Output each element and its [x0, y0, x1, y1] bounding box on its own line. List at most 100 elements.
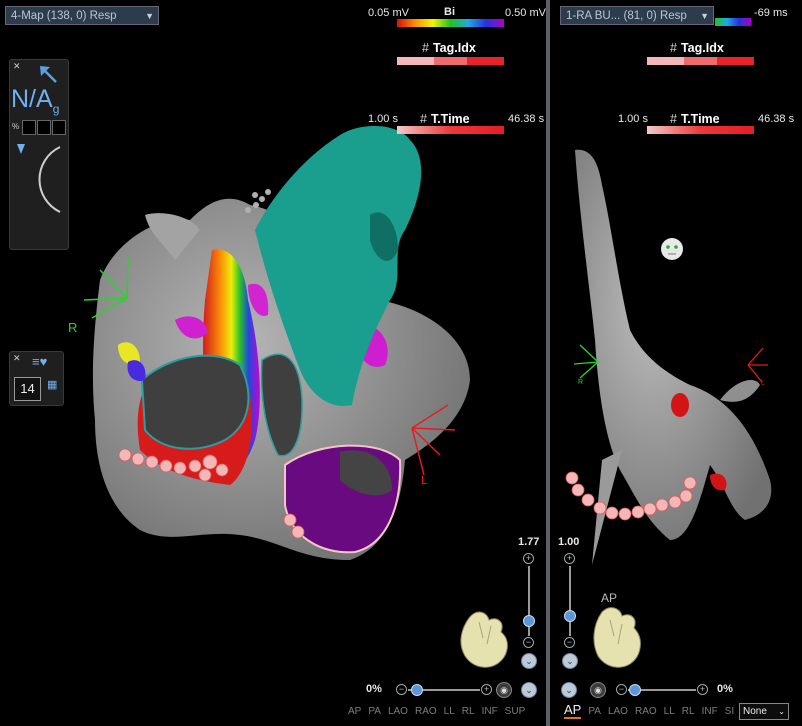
view-inf[interactable]: INF: [702, 706, 718, 717]
right-time-title: # T.Time: [670, 112, 720, 126]
right-transparency-handle[interactable]: [629, 684, 641, 696]
view-ll[interactable]: LL: [444, 706, 455, 717]
left-collapse-button[interactable]: ⌄: [521, 653, 537, 669]
left-view-labels: AP PA LAO RAO LL RL INF SUP: [348, 706, 532, 717]
view-lao[interactable]: LAO: [608, 706, 628, 717]
view-lao[interactable]: LAO: [388, 706, 408, 717]
tag-count: 14: [20, 381, 35, 396]
view-sup[interactable]: SUP: [505, 706, 526, 717]
close-icon[interactable]: ✕: [13, 61, 21, 72]
chevron-down-icon: ▼: [700, 11, 709, 21]
voltage-scale-title: Bi: [444, 6, 455, 18]
view-inf[interactable]: INF: [482, 706, 498, 717]
left-time-bar[interactable]: [397, 126, 504, 134]
left-orientation-label: L: [421, 473, 428, 487]
left-time-title-label: T.Time: [430, 112, 470, 126]
heart-model-icon[interactable]: [588, 604, 646, 674]
right-tag-index-title: # Tag.Idx: [670, 41, 724, 55]
minus-icon[interactable]: −: [396, 684, 407, 695]
plus-icon[interactable]: +: [523, 553, 534, 564]
percent-label: %: [12, 122, 20, 131]
left-map-selector[interactable]: 4-Map (138, 0) Resp ▼: [5, 6, 159, 25]
view-ll[interactable]: LL: [664, 706, 675, 717]
eye-icon[interactable]: ◉: [590, 682, 606, 698]
voltage-max-label: 0.50 mV: [505, 7, 546, 19]
plus-icon[interactable]: +: [564, 553, 575, 564]
view-rl[interactable]: RL: [462, 706, 475, 717]
rotation-dial[interactable]: [12, 142, 62, 222]
right-zoom-value: 1.00: [558, 536, 580, 548]
right-left-orientation-label: L: [761, 380, 765, 387]
right-zoom-slider[interactable]: [569, 566, 571, 636]
left-tag-index-bar[interactable]: [397, 57, 504, 65]
right-transparency-value: 0%: [717, 683, 733, 695]
left-transparency-handle[interactable]: [411, 684, 423, 696]
right-time-title-label: T.Time: [680, 112, 720, 126]
grid-icon: #: [422, 41, 429, 55]
na-subscript: g: [52, 102, 60, 116]
plus-icon[interactable]: +: [481, 684, 492, 695]
grid-icon: #: [670, 41, 677, 55]
right-view-labels: AP PA LAO RAO LL RL INF SI: [564, 702, 741, 719]
right-collapse-button[interactable]: ⌄: [562, 653, 578, 669]
right-time-bar[interactable]: [647, 126, 754, 134]
view-rl[interactable]: RL: [682, 706, 695, 717]
right-zoom-handle[interactable]: [564, 610, 576, 622]
display-select[interactable]: None ⌄: [739, 703, 789, 720]
left-expand-button[interactable]: ⌄: [521, 682, 537, 698]
right-map-selector[interactable]: 1-RA BU... (81, 0) Resp ▼: [560, 6, 714, 25]
left-3d-view[interactable]: 4-Map (138, 0) Resp ▼ 0.05 mV Bi 0.50 mV…: [0, 0, 546, 726]
view-pa[interactable]: PA: [368, 706, 381, 717]
right-right-orientation-label: R: [578, 379, 584, 386]
right-tag-index-label: Tag.Idx: [680, 41, 724, 55]
display-select-value: None: [743, 706, 767, 717]
left-time-min-label: 1.00 s: [368, 113, 398, 125]
lat-color-bar[interactable]: [715, 18, 751, 26]
voltage-min-label: 0.05 mV: [368, 7, 409, 19]
view-si[interactable]: SI: [725, 706, 734, 717]
percent-boxes: [22, 120, 66, 135]
plus-icon[interactable]: +: [697, 684, 708, 695]
tag-count-box[interactable]: 14: [14, 377, 41, 401]
view-ap[interactable]: AP: [348, 706, 361, 717]
grid-icon[interactable]: ▦: [47, 378, 57, 391]
chevron-down-icon: ⌄: [778, 707, 785, 716]
left-transparency-value: 0%: [366, 683, 382, 695]
eye-icon[interactable]: ◉: [496, 682, 512, 698]
tag-panel: ✕ ≡♥ 14 ▦: [9, 351, 64, 406]
minus-icon[interactable]: −: [564, 637, 575, 648]
right-time-max-label: 46.38 s: [758, 113, 795, 125]
view-rao[interactable]: RAO: [635, 706, 657, 717]
na-label: N/A: [11, 85, 53, 113]
na-indicator: N/Ag: [11, 85, 59, 116]
right-orientation-label: R: [68, 320, 78, 335]
view-rao[interactable]: RAO: [415, 706, 437, 717]
right-time-min-label: 1.00 s: [618, 113, 648, 125]
heart-model-icon[interactable]: [455, 608, 515, 673]
grid-icon: #: [670, 112, 677, 126]
view-ap-active[interactable]: AP: [564, 702, 582, 719]
lat-label: -69 ms: [754, 7, 788, 19]
left-time-title: # T.Time: [420, 112, 470, 126]
right-3d-view[interactable]: 1-RA BU... (81, 0) Resp ▼ -69 ms # Tag.Id…: [550, 0, 802, 726]
grid-icon: #: [420, 112, 427, 126]
view-pa[interactable]: PA: [588, 706, 601, 717]
right-map-selector-label: 1-RA BU... (81, 0) Resp: [566, 10, 687, 22]
right-view-name: AP: [601, 591, 618, 605]
close-icon[interactable]: ✕: [13, 353, 21, 364]
heart-model-icon[interactable]: ≡♥: [32, 354, 47, 369]
left-map-selector-label: 4-Map (138, 0) Resp: [11, 10, 117, 22]
left-tag-index-label: Tag.Idx: [432, 41, 476, 55]
left-zoom-value: 1.77: [518, 536, 540, 548]
voltage-color-bar[interactable]: [397, 19, 504, 27]
left-tag-index-title: # Tag.Idx: [422, 41, 476, 55]
left-zoom-handle[interactable]: [523, 615, 535, 627]
orientation-panel: ✕ N/Ag %: [9, 59, 69, 250]
left-time-max-label: 46.38 s: [508, 113, 545, 125]
right-tag-index-bar[interactable]: [647, 57, 754, 65]
minus-icon[interactable]: −: [616, 684, 627, 695]
chevron-down-icon: ▼: [145, 11, 154, 21]
right-expand-button[interactable]: ⌄: [561, 682, 577, 698]
minus-icon[interactable]: −: [523, 637, 534, 648]
arrow-icon[interactable]: [37, 63, 59, 85]
